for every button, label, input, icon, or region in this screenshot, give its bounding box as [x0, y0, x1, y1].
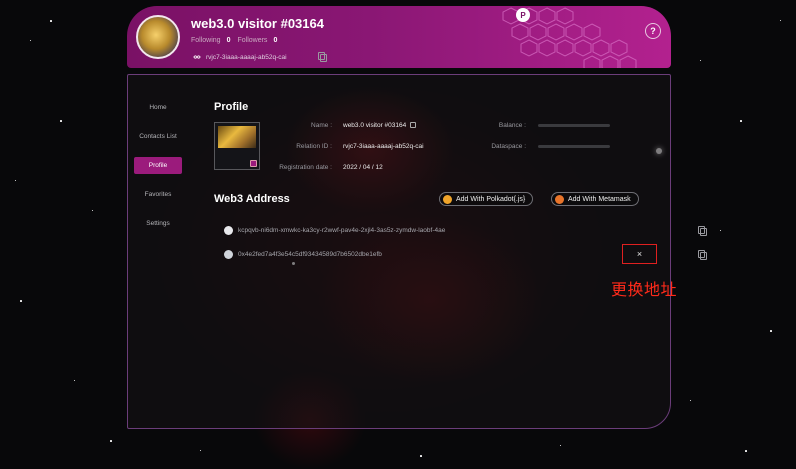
profile-heading: Profile: [214, 101, 249, 113]
sidebar-item-profile[interactable]: Profile: [134, 157, 182, 174]
sidebar: Home Contacts List Profile Favorites Set…: [134, 99, 182, 244]
dataspace-bar: [538, 145, 610, 148]
name-text: web3.0 visitor #03164: [343, 122, 407, 129]
internet-identity-icon: [224, 225, 233, 235]
principal-id: rvjc7-3iaaa-aaaaj-ab52q-cai: [193, 53, 287, 61]
following-count[interactable]: 0: [227, 37, 231, 44]
address-row: kcpqvb-ni6dm-xmwkc-ka3cy-r2wwf-pav4e-2xj…: [224, 224, 707, 236]
copy-icon[interactable]: [698, 226, 707, 236]
main-panel: Home Contacts List Profile Favorites Set…: [127, 74, 707, 429]
add-metamask-button[interactable]: Add With Metamask: [551, 192, 639, 206]
close-icon: ×: [636, 249, 643, 259]
copy-icon[interactable]: [698, 250, 707, 260]
following-label: Following: [191, 37, 221, 44]
balance-bar: [538, 124, 610, 127]
edit-name-icon[interactable]: [410, 122, 417, 128]
balance-label: Balance :: [498, 122, 526, 129]
ethereum-icon: [224, 249, 233, 259]
followers-label: Followers: [237, 37, 268, 44]
address-row: 0x4e2fed7a4f3e54c5df93434589d7b6502dbe1e…: [224, 248, 707, 260]
nft-image: [218, 126, 256, 148]
name-value: web3.0 visitor #03164: [343, 122, 417, 129]
annotation-label: 更换地址: [611, 280, 678, 299]
dataspace-label: Dataspace :: [491, 143, 526, 150]
relation-id-value: rvjc7-3iaaa-aaaaj-ab52q-cai: [343, 143, 424, 150]
sidebar-item-favorites[interactable]: Favorites: [134, 186, 182, 203]
metamask-icon: [555, 194, 564, 204]
identity-icon: [193, 55, 201, 59]
principal-id-text: rvjc7-3iaaa-aaaaj-ab52q-cai: [206, 53, 287, 61]
help-icon[interactable]: ?: [645, 23, 661, 39]
profile-header: web3.0 visitor #03164 Following 0 Follower…: [127, 6, 671, 68]
followers-count[interactable]: 0: [273, 37, 277, 44]
address-text: kcpqvb-ni6dm-xmwkc-ka3cy-r2wwf-pav4e-2xj…: [238, 226, 446, 234]
address-text: 0x4e2fed7a4f3e54c5df93434589d7b6502dbe1e…: [238, 250, 382, 258]
follow-stats: Following 0 Followers 0: [191, 37, 284, 44]
add-metamask-label: Add With Metamask: [568, 195, 631, 203]
copy-icon[interactable]: [318, 52, 327, 62]
add-polkadot-label: Add With Polkadot{.js}: [456, 195, 526, 203]
web3-address-heading: Web3 Address: [214, 193, 290, 205]
sidebar-item-contacts-list[interactable]: Contacts List: [134, 128, 182, 145]
polkadot-badge-icon[interactable]: P: [516, 8, 530, 22]
page-title: web3.0 visitor #03164: [191, 16, 324, 31]
registration-date-label: Registration date :: [279, 164, 332, 171]
avatar[interactable]: [136, 15, 180, 59]
relation-id-label: Relation ID :: [296, 143, 332, 150]
sidebar-item-settings[interactable]: Settings: [134, 215, 182, 232]
registration-date-value: 2022 / 04 / 12: [343, 164, 383, 171]
name-label: Name :: [311, 122, 332, 129]
add-polkadot-button[interactable]: Add With Polkadot{.js}: [439, 192, 534, 206]
remove-address-button[interactable]: ×: [622, 244, 657, 264]
sidebar-item-home[interactable]: Home: [134, 99, 182, 116]
polkadot-icon: [443, 194, 452, 204]
